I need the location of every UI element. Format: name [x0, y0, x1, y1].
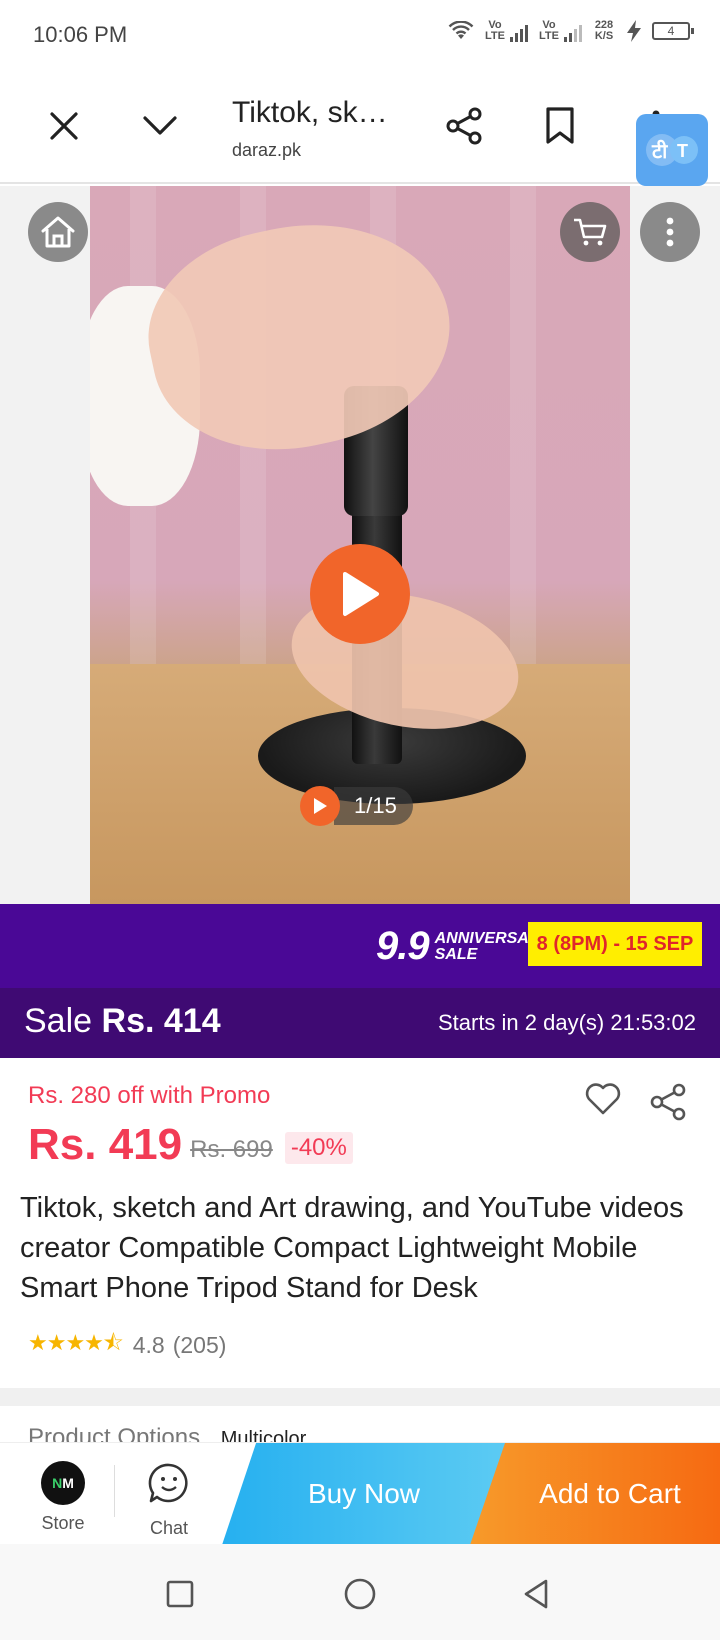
status-bar: 10:06 PM Vo LTE Vo LTE 228 K/S 4 [0, 0, 720, 72]
store-label: Store [41, 1513, 85, 1533]
discount-badge: -40% [284, 1132, 353, 1164]
signal-bars-icon [510, 24, 528, 42]
system-nav-bar [0, 1544, 720, 1640]
product-share-button[interactable] [648, 1082, 688, 1127]
anniversary-number: 9.9 [376, 924, 430, 968]
product-rating[interactable]: ★★★★⯪ 4.8 (205) [28, 1326, 226, 1364]
mini-play-button[interactable] [300, 786, 340, 826]
close-button[interactable] [36, 98, 92, 154]
signal-bars-icon [564, 24, 582, 42]
media-counter-text: 1/15 [334, 787, 413, 825]
anniversary-sale-banner[interactable]: 9.9 ANNIVERSARY SALE 8 (8PM) - 15 SEP [0, 904, 720, 988]
chat-button[interactable]: Chat [136, 1461, 202, 1539]
translate-icon: टी T [646, 134, 698, 166]
square-icon [166, 1580, 194, 1608]
anniversary-dates: 8 (8PM) - 15 SEP [528, 922, 702, 966]
media-counter: 1/15 [300, 786, 413, 826]
status-time: 10:06 PM [33, 22, 128, 47]
sale-countdown: Starts in 2 day(s) 21:53:02 [437, 1010, 696, 1035]
bookmark-button[interactable] [532, 98, 588, 154]
more-vertical-icon [666, 217, 674, 247]
play-icon [343, 572, 379, 616]
store-logo-n: N [52, 1475, 63, 1491]
chat-icon [148, 1463, 188, 1503]
signal-1: Vo LTE [484, 20, 528, 42]
section-divider [0, 1388, 720, 1406]
share-button[interactable] [436, 98, 492, 154]
cart-icon [574, 218, 607, 246]
action-bar: NM Store Chat Buy Now Add to Cart [0, 1442, 720, 1545]
sale-price-label: Sale Rs. 414 [24, 1002, 221, 1041]
translate-button[interactable]: टी T [636, 114, 708, 186]
network-speed: 228 K/S [594, 19, 614, 42]
svg-text:टी: टी [651, 139, 668, 163]
back-triangle-icon [524, 1579, 548, 1609]
price-row: Rs. 419 Rs. 699 -40% [28, 1120, 353, 1170]
rating-stars-icon: ★★★★⯪ [28, 1330, 124, 1355]
anniversary-logo: 9.9 ANNIVERSARY SALE [376, 924, 551, 969]
close-icon [50, 112, 78, 140]
status-icons: Vo LTE Vo LTE 228 K/S 4 [448, 19, 694, 42]
home-button[interactable] [28, 202, 88, 262]
charging-icon [627, 20, 641, 42]
product-info: Rs. 280 off with Promo Rs. 419 Rs. 699 -… [0, 1058, 720, 1388]
chevron-down-icon [143, 116, 177, 135]
browser-toolbar: Tiktok, sk… daraz.pk टी T [0, 72, 720, 186]
wishlist-button[interactable] [584, 1082, 622, 1121]
battery-indicator: 4 [652, 22, 694, 40]
cart-button[interactable] [560, 202, 620, 262]
svg-text:T: T [677, 141, 688, 161]
home-nav-button[interactable] [340, 1574, 380, 1614]
back-button[interactable] [516, 1574, 556, 1614]
store-button[interactable]: NM Store [30, 1461, 96, 1534]
circle-icon [344, 1578, 376, 1610]
chat-label: Chat [149, 1518, 189, 1538]
home-icon [41, 216, 75, 248]
rating-count: (205) [172, 1331, 227, 1358]
action-divider [114, 1465, 115, 1517]
buy-now-button[interactable]: Buy Now [222, 1443, 506, 1545]
original-price: Rs. 699 [190, 1136, 273, 1163]
minimize-button[interactable] [132, 98, 188, 154]
bookmark-icon [546, 107, 574, 144]
add-to-cart-button[interactable]: Add to Cart [470, 1443, 720, 1545]
store-logo: NM [41, 1461, 85, 1505]
sale-price: Rs. 414 [101, 1002, 221, 1040]
rating-value: 4.8 [132, 1331, 165, 1358]
share-icon [650, 1083, 686, 1121]
play-video-button[interactable] [310, 544, 410, 644]
share-icon [446, 107, 482, 145]
product-video[interactable]: 1/15 [90, 186, 630, 904]
store-logo-m: M [62, 1475, 74, 1491]
play-icon [314, 798, 327, 814]
promo-text[interactable]: Rs. 280 off with Promo [28, 1082, 270, 1110]
page-title: Tiktok, sk… [232, 96, 388, 129]
recents-button[interactable] [160, 1574, 200, 1614]
more-options-button[interactable] [640, 202, 700, 262]
current-price: Rs. 419 [28, 1120, 183, 1169]
page-url: daraz.pk [232, 140, 302, 160]
signal-2: Vo LTE [538, 20, 582, 42]
sale-prefix: Sale [24, 1002, 93, 1040]
product-title: Tiktok, sketch and Art drawing, and YouT… [20, 1192, 684, 1304]
product-media: 1/15 [0, 186, 720, 904]
sale-bar: Sale Rs. 414 Starts in 2 day(s) 21:53:02 [0, 988, 720, 1058]
volte-label: Vo LTE [485, 19, 505, 42]
wifi-icon [448, 21, 474, 39]
volte-label: Vo LTE [539, 19, 559, 42]
heart-icon [585, 1083, 621, 1115]
